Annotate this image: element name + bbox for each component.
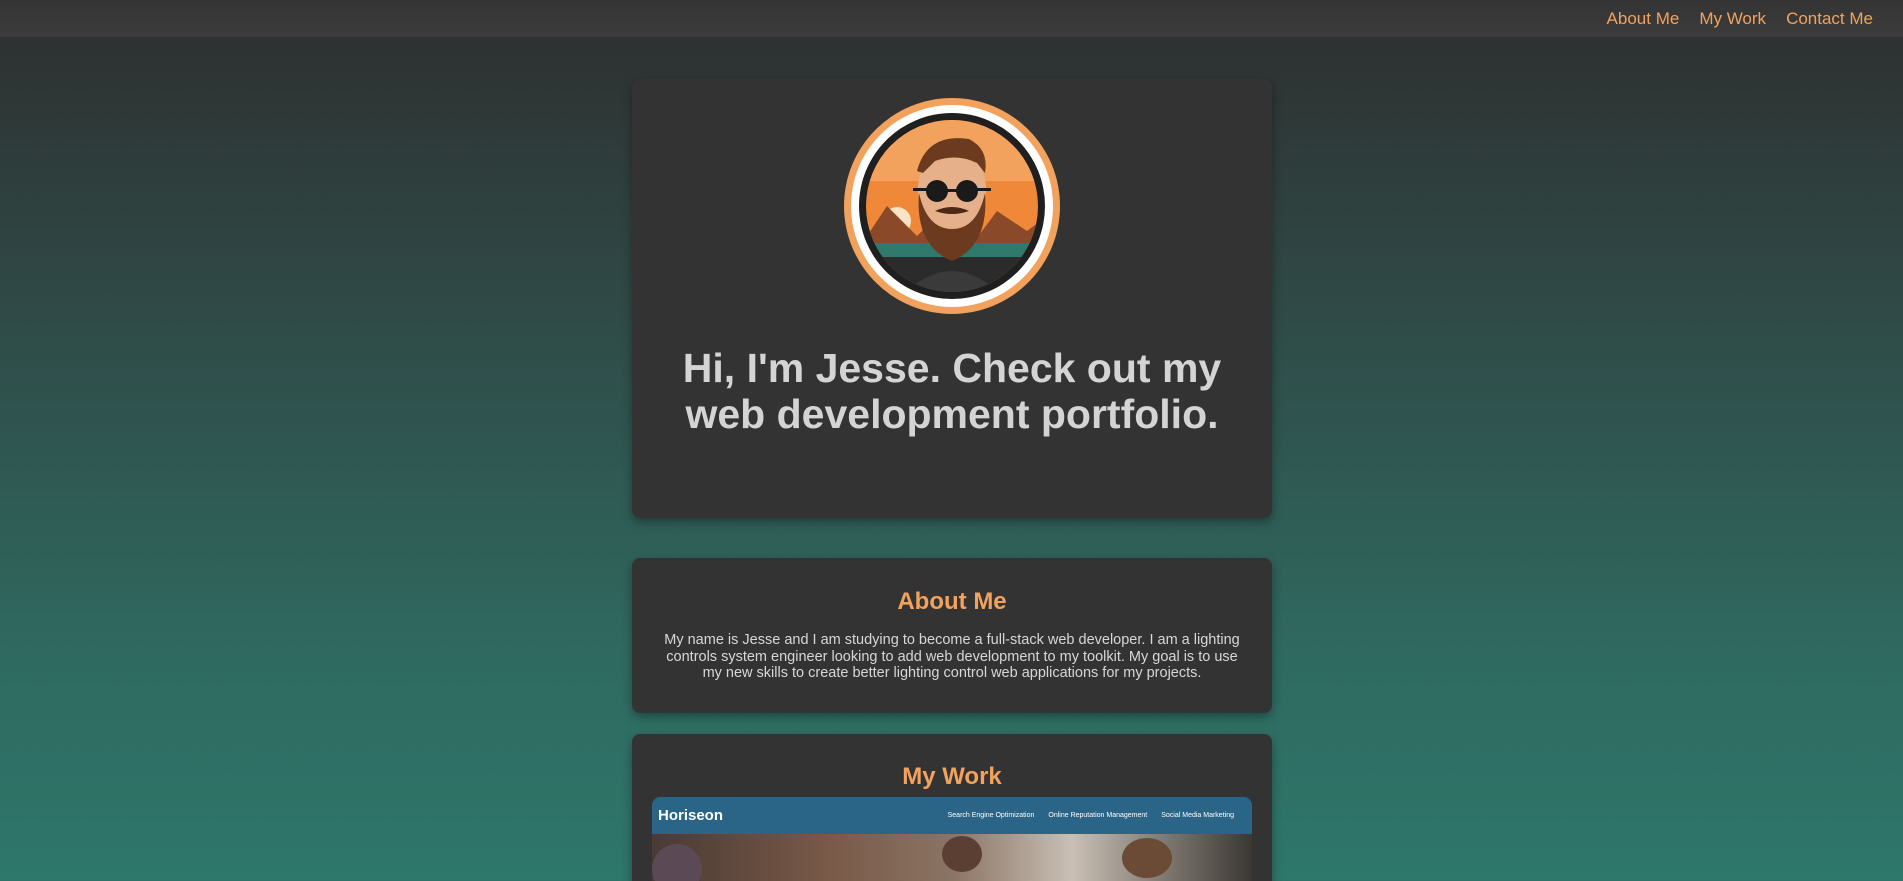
work-card: My Work Horiseon Search Engine Optimizat… xyxy=(632,734,1272,881)
nav-link-about-me[interactable]: About Me xyxy=(1607,9,1680,29)
project-brand: Horiseon xyxy=(658,807,724,824)
project-header: Horiseon Search Engine Optimization Onli… xyxy=(652,797,1252,834)
project-nav-item: Search Engine Optimization xyxy=(947,812,1035,819)
nav-link-my-work[interactable]: My Work xyxy=(1699,9,1766,29)
avatar xyxy=(844,98,1060,314)
project-thumbnail-horiseon[interactable]: Horiseon Search Engine Optimization Onli… xyxy=(652,797,1252,881)
hero-title: Hi, I'm Jesse. Check out my web developm… xyxy=(682,345,1222,437)
hero-card: Hi, I'm Jesse. Check out my web developm… xyxy=(632,79,1272,518)
about-title: About Me xyxy=(897,588,1007,615)
top-nav: About Me My Work Contact Me xyxy=(0,0,1903,37)
about-card: About Me My name is Jesse and I am study… xyxy=(632,558,1272,713)
project-nav-item: Online Reputation Management xyxy=(1048,812,1148,819)
bearded-man-avatar-icon xyxy=(859,113,1045,299)
work-title: My Work xyxy=(902,763,1002,790)
project-nav-item: Social Media Marketing xyxy=(1161,812,1234,819)
project-hero-image xyxy=(652,834,1252,881)
about-text: My name is Jesse and I am studying to be… xyxy=(664,632,1240,681)
nav-link-contact-me[interactable]: Contact Me xyxy=(1786,9,1873,29)
project-nav: Search Engine Optimization Online Reputa… xyxy=(948,812,1234,819)
